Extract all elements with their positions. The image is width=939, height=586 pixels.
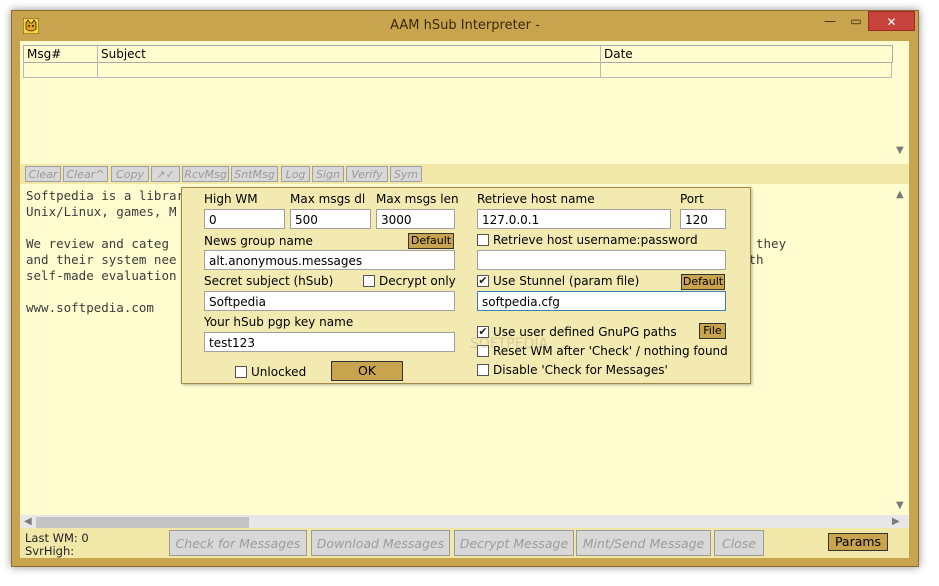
- scroll-left-icon[interactable]: ◀: [24, 516, 32, 527]
- newsgroup-input[interactable]: alt.anonymous.messages: [204, 250, 455, 270]
- max-msgs-len-input[interactable]: 3000: [376, 209, 455, 229]
- ok-button[interactable]: OK: [331, 361, 403, 381]
- high-wm-label: High WM: [204, 192, 258, 206]
- cell-subject: [98, 62, 601, 77]
- decrypt-only-checkbox[interactable]: [363, 275, 375, 287]
- status-bar: Last WM: 0 SvrHigh: Check for Messages D…: [20, 528, 909, 558]
- close-button[interactable]: Close: [714, 530, 764, 556]
- log-button[interactable]: Log: [281, 166, 310, 182]
- message-list[interactable]: Msg# Subject Date ▼: [20, 41, 909, 159]
- window-title: AAM hSub Interpreter -: [390, 18, 540, 33]
- disable-check-label: Disable 'Check for Messages': [493, 363, 668, 377]
- text-scroll-up-icon[interactable]: ▲: [896, 189, 904, 200]
- copy-button[interactable]: Copy: [111, 166, 149, 182]
- sym-button[interactable]: Sym: [390, 166, 422, 182]
- column-date[interactable]: Date: [601, 46, 892, 62]
- decrypt-only-label: Decrypt only: [379, 274, 456, 288]
- use-stunnel-label: Use Stunnel (param file): [493, 274, 640, 288]
- port-label: Port: [680, 192, 704, 206]
- newsgroup-default-button[interactable]: Default: [408, 233, 454, 249]
- host-userpass-input[interactable]: [477, 250, 726, 270]
- retrieve-host-input[interactable]: 127.0.0.1: [477, 209, 671, 229]
- secret-subject-input[interactable]: Softpedia: [204, 291, 455, 311]
- watermark: SOFTPEDIA: [470, 336, 549, 352]
- newsgroup-label: News group name: [204, 234, 313, 248]
- scroll-thumb[interactable]: [36, 517, 249, 528]
- pgp-key-input[interactable]: test123: [204, 332, 455, 352]
- paste-arrow-button[interactable]: ↗✓: [151, 166, 180, 182]
- max-msgs-dl-label: Max msgs dl: [290, 192, 366, 206]
- maximize-button[interactable]: ▭: [843, 11, 869, 31]
- check-messages-button[interactable]: Check for Messages: [169, 530, 307, 556]
- column-subject[interactable]: Subject: [98, 46, 601, 62]
- params-button[interactable]: Params: [828, 533, 888, 551]
- message-toolbar: Clear Clear^ Copy ↗✓ RcvMsg SntMsg Log S…: [20, 164, 909, 184]
- gnupg-file-button[interactable]: File: [699, 323, 726, 339]
- host-userpass-checkbox[interactable]: [477, 234, 489, 246]
- clear-button[interactable]: Clear: [25, 166, 61, 182]
- scroll-right-icon[interactable]: ▶: [892, 516, 900, 527]
- last-wm-label: Last WM: 0: [25, 531, 89, 545]
- high-wm-input[interactable]: 0: [204, 209, 285, 229]
- close-window-button[interactable]: ✕: [868, 11, 915, 31]
- verify-button[interactable]: Verify: [346, 166, 388, 182]
- rcvmsg-button[interactable]: RcvMsg: [182, 166, 229, 182]
- unlocked-checkbox[interactable]: [235, 366, 247, 378]
- sign-button[interactable]: Sign: [312, 166, 344, 182]
- clear-up-button[interactable]: Clear^: [63, 166, 108, 182]
- use-stunnel-checkbox[interactable]: ✔: [477, 275, 489, 287]
- port-input[interactable]: 120: [680, 209, 726, 229]
- pgp-key-label: Your hSub pgp key name: [204, 315, 354, 329]
- disable-check-checkbox[interactable]: [477, 364, 489, 376]
- mint-send-message-button[interactable]: Mint/Send Message: [576, 530, 711, 556]
- column-msgnum[interactable]: Msg#: [24, 46, 98, 62]
- decrypt-message-button[interactable]: Decrypt Message: [454, 530, 574, 556]
- list-row[interactable]: [23, 62, 892, 78]
- sntmsg-button[interactable]: SntMsg: [231, 166, 278, 182]
- secret-subject-label: Secret subject (hSub): [204, 274, 334, 288]
- svrhigh-label: SvrHigh:: [25, 544, 75, 558]
- list-scroll-down-icon[interactable]: ▼: [896, 145, 904, 156]
- host-userpass-label: Retrieve host username:password: [493, 233, 698, 247]
- max-msgs-len-label: Max msgs len: [376, 192, 459, 206]
- retrieve-host-label: Retrieve host name: [477, 192, 595, 206]
- stunnel-default-button[interactable]: Default: [681, 274, 725, 290]
- text-scroll-down-icon[interactable]: ▼: [896, 500, 904, 511]
- cell-date: [601, 62, 892, 77]
- download-messages-button[interactable]: Download Messages: [311, 530, 450, 556]
- title-bar[interactable]: AAM hSub Interpreter - — ▭ ✕: [12, 11, 918, 41]
- params-dialog: High WM 0 Max msgs dl 500 Max msgs len 3…: [181, 187, 751, 384]
- minimize-button[interactable]: —: [817, 11, 843, 31]
- stunnel-file-input[interactable]: softpedia.cfg: [477, 291, 726, 311]
- max-msgs-dl-input[interactable]: 500: [290, 209, 371, 229]
- list-header: Msg# Subject Date: [23, 45, 893, 63]
- unlocked-label: Unlocked: [251, 365, 307, 379]
- cell-msgnum: [24, 62, 98, 77]
